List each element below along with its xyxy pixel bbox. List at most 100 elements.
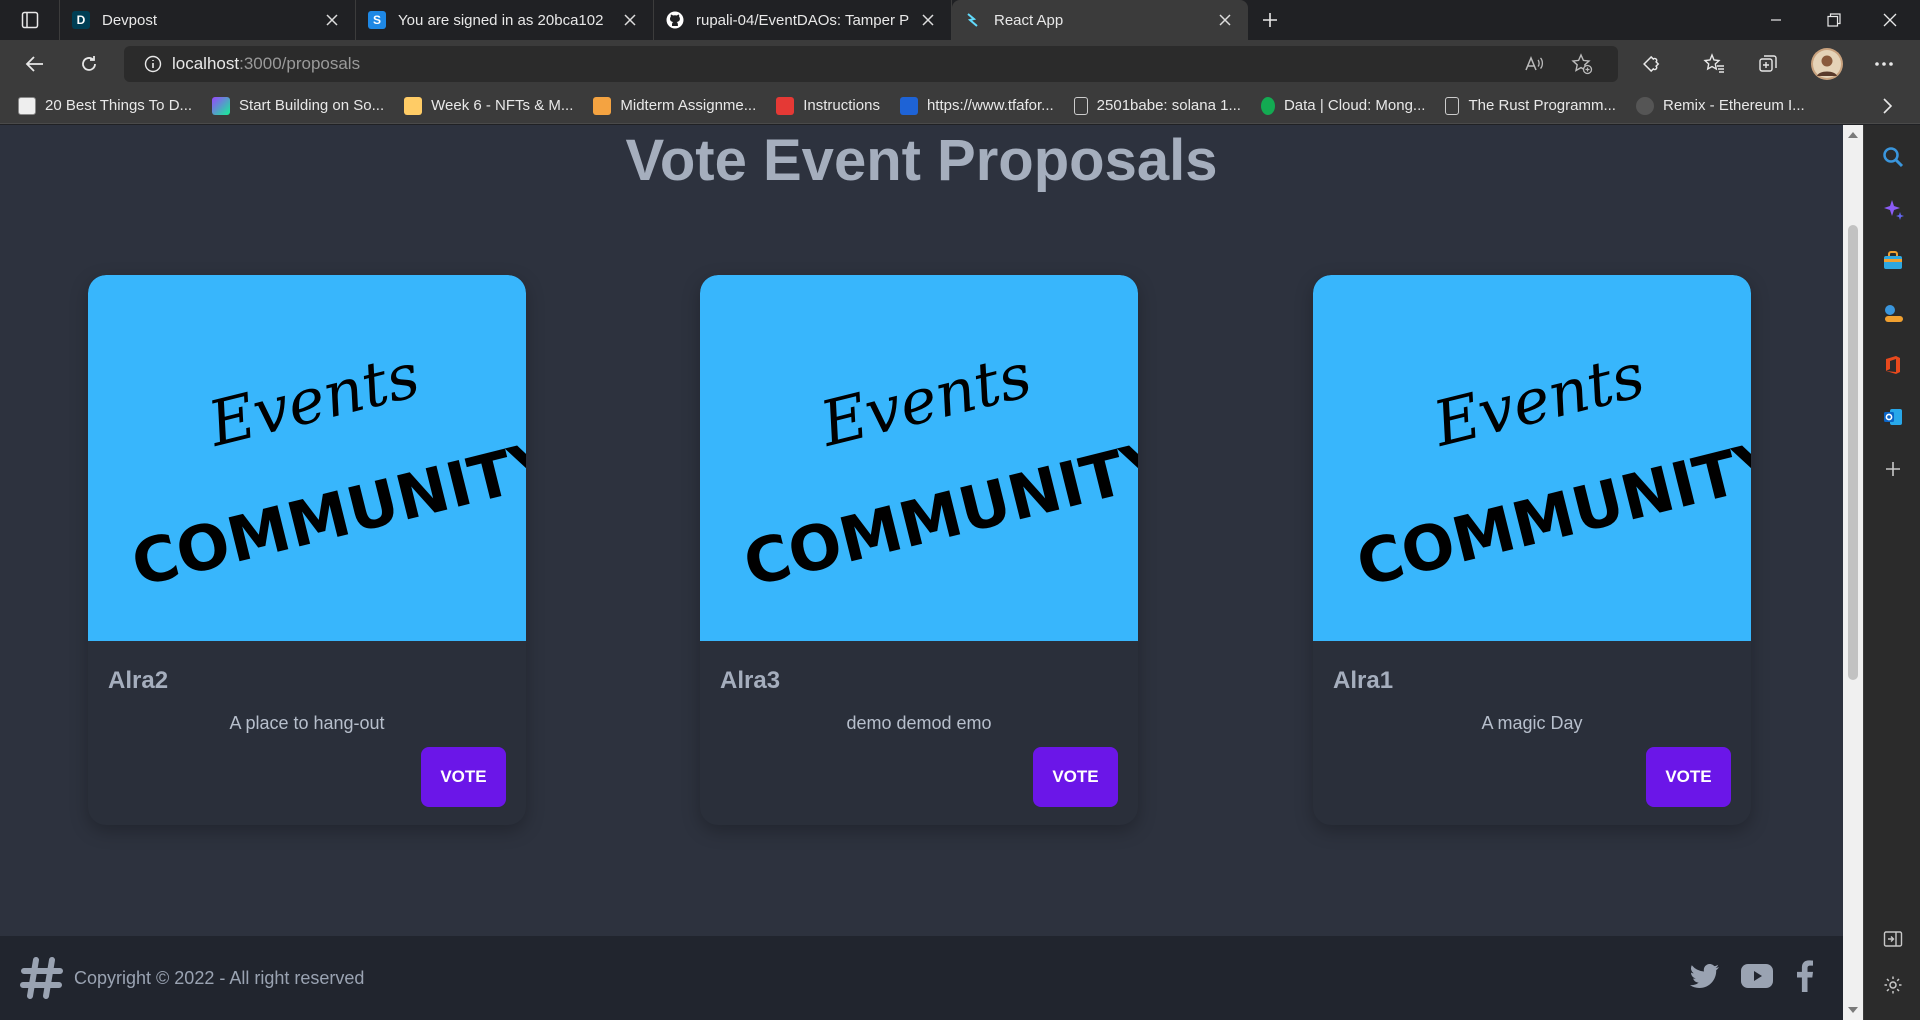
edge-sidebar: [1863, 125, 1920, 1020]
new-tab-button[interactable]: [1248, 0, 1292, 40]
collections-icon[interactable]: [1752, 48, 1784, 80]
page-scrollbar[interactable]: [1843, 125, 1863, 1020]
bookmark-item[interactable]: Midterm Assignme...: [593, 96, 757, 115]
hide-sidebar-icon[interactable]: [1879, 925, 1907, 953]
bookmark-favicon-icon: [18, 96, 36, 115]
settings-gear-icon[interactable]: [1879, 971, 1907, 999]
scroll-thumb[interactable]: [1848, 225, 1858, 680]
tab-signed-in[interactable]: S You are signed in as 20bca102: [356, 0, 654, 40]
bookmark-label: Start Building on So...: [239, 97, 385, 114]
back-button[interactable]: [18, 47, 52, 81]
back-arrow-icon: [25, 56, 43, 72]
image-word-text: COMMUNITY: [125, 425, 526, 601]
close-tab-icon[interactable]: [323, 11, 341, 29]
avatar-icon: [1813, 50, 1841, 78]
tab-actions-button[interactable]: [0, 0, 60, 40]
bookmark-item[interactable]: Week 6 - NFTs & M...: [404, 96, 573, 115]
hashtag-logo-icon: [20, 957, 63, 999]
proposal-card: Events COMMUNITY Alra2 A place to hang-o…: [88, 275, 526, 825]
add-sidebar-app-icon[interactable]: [1879, 455, 1907, 483]
extensions-icon[interactable]: [1638, 48, 1670, 80]
tab-strip: D Devpost S You are signed in as 20bca10…: [0, 0, 1920, 40]
tab-github[interactable]: rupali-04/EventDAOs: Tamper Pr: [654, 0, 952, 40]
mongodb-icon: [1260, 96, 1275, 115]
read-aloud-icon[interactable]: [1518, 48, 1550, 80]
twitter-icon[interactable]: [1690, 964, 1720, 990]
tab-actions-icon: [21, 11, 38, 29]
vote-button[interactable]: VOTE: [421, 747, 506, 807]
proposal-image: Events COMMUNITY: [700, 275, 1138, 641]
vote-button[interactable]: VOTE: [1033, 747, 1118, 807]
plus-icon: [1263, 13, 1277, 27]
search-icon[interactable]: [1879, 143, 1907, 171]
vote-button[interactable]: VOTE: [1646, 747, 1731, 807]
bookmark-favicon-icon: [404, 96, 423, 115]
office-icon[interactable]: [1879, 351, 1907, 379]
bookmark-item[interactable]: The Rust Programm...: [1445, 96, 1616, 115]
react-icon: [964, 11, 982, 29]
bookmark-item[interactable]: https://www.tfafor...: [899, 96, 1054, 115]
proposal-name: Alra2: [108, 667, 169, 694]
tab-react-app[interactable]: React App: [952, 0, 1248, 40]
bookmark-item[interactable]: 2501babe: solana 1...: [1073, 96, 1241, 115]
bookmark-item[interactable]: Remix - Ethereum I...: [1635, 96, 1805, 115]
bookmark-item[interactable]: Instructions: [776, 96, 880, 115]
proposal-name: Alra1: [1333, 667, 1394, 694]
address-bar[interactable]: localhost:3000/proposals: [124, 46, 1618, 82]
facebook-icon[interactable]: [1797, 960, 1813, 992]
bookmark-label: 20 Best Things To D...: [45, 97, 193, 114]
proposal-card: Events COMMUNITY Alra1 A magic Day VOTE: [1313, 275, 1751, 825]
scroll-up-icon[interactable]: [1843, 127, 1863, 143]
favorites-icon[interactable]: [1698, 48, 1730, 80]
github-icon: [666, 11, 684, 29]
bookmark-item[interactable]: 20 Best Things To D...: [18, 96, 193, 115]
proposal-description: demo demod emo: [846, 713, 992, 733]
image-script-text: Events: [813, 338, 1039, 461]
url-text[interactable]: localhost:3000/proposals: [172, 54, 360, 74]
close-tab-icon[interactable]: [919, 11, 937, 29]
games-icon[interactable]: [1879, 299, 1907, 327]
tab-devpost[interactable]: D Devpost: [60, 0, 356, 40]
proposal-image: Events COMMUNITY: [88, 275, 526, 641]
reload-button[interactable]: [72, 47, 106, 81]
outlook-icon[interactable]: [1879, 403, 1907, 431]
bookmark-favicon-icon: [899, 96, 918, 115]
copyright-text: Copyright © 2022 - All right reserved: [74, 967, 365, 988]
bookmark-item[interactable]: Start Building on So...: [212, 96, 385, 115]
solana-icon: [212, 96, 231, 115]
bookmark-label: https://www.tfafor...: [926, 97, 1054, 114]
page-footer: Copyright © 2022 - All right reserved: [0, 936, 1843, 1020]
browser-toolbar: localhost:3000/proposals: [0, 40, 1920, 88]
page-icon: [1073, 96, 1088, 115]
add-favorite-icon[interactable]: [1566, 48, 1598, 80]
profile-avatar[interactable]: [1811, 48, 1843, 80]
site-info-icon[interactable]: [144, 55, 162, 73]
close-tab-icon[interactable]: [621, 11, 639, 29]
tab-title: You are signed in as 20bca102: [398, 11, 604, 29]
shopping-bag-icon[interactable]: [1879, 247, 1907, 275]
bookmarks-overflow-icon[interactable]: [1880, 97, 1894, 120]
proposal-card: Events COMMUNITY Alra3 demo demod emo VO…: [700, 275, 1138, 825]
close-tab-icon[interactable]: [1216, 11, 1234, 29]
image-word-text: COMMUNITY: [1350, 425, 1751, 601]
bookmark-label: Data | Cloud: Mong...: [1283, 97, 1426, 114]
restore-button[interactable]: [1806, 0, 1862, 40]
bookmark-label: 2501babe: solana 1...: [1096, 97, 1241, 114]
url-path: :3000/proposals: [239, 54, 361, 73]
minimize-button[interactable]: [1748, 0, 1804, 40]
bookmark-label: Midterm Assignme...: [620, 97, 757, 114]
close-window-button[interactable]: [1862, 0, 1918, 40]
youtube-icon[interactable]: [1741, 964, 1773, 988]
image-script-text: Events: [201, 338, 427, 461]
proposal-image: Events COMMUNITY: [1313, 275, 1751, 641]
more-menu-icon[interactable]: [1868, 48, 1900, 80]
s-favicon-icon: S: [368, 11, 386, 29]
bookmark-label: Remix - Ethereum I...: [1662, 97, 1805, 114]
remix-icon: [1635, 96, 1654, 115]
bookmark-item[interactable]: Data | Cloud: Mong...: [1260, 96, 1426, 115]
page-icon: [1445, 96, 1460, 115]
page-viewport: Vote Event Proposals Events COMMUNITY Al…: [0, 125, 1843, 1020]
proposal-description: A magic Day: [1481, 713, 1583, 733]
copilot-sparkle-icon[interactable]: [1879, 195, 1907, 223]
scroll-down-icon[interactable]: [1843, 1002, 1863, 1018]
